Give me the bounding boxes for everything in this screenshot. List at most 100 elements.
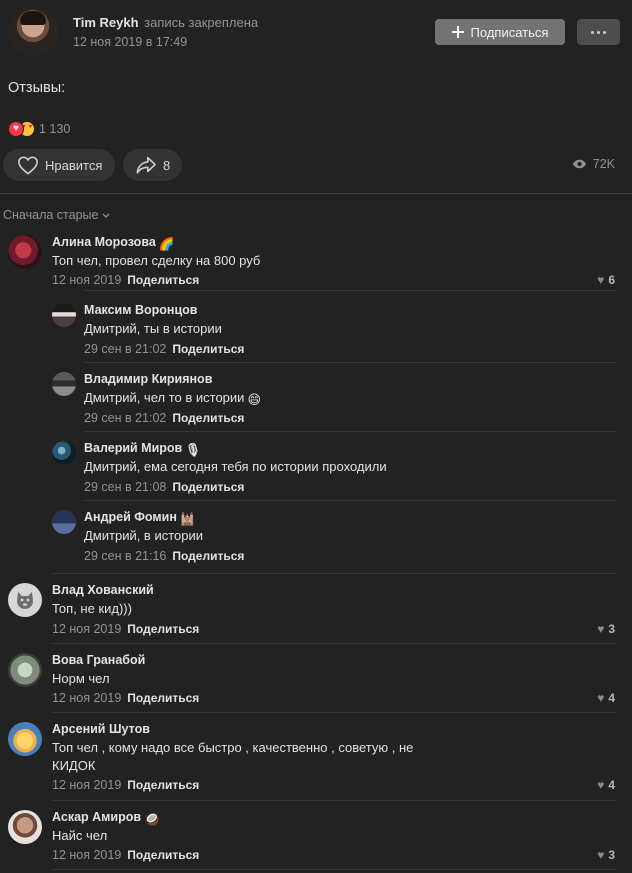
comment-author[interactable]: Владимир Кириянов — [84, 372, 212, 386]
sort-dropdown[interactable]: Сначала старые — [3, 208, 110, 222]
post-date[interactable]: 12 ноя 2019 в 17:49 — [73, 35, 187, 49]
plus-icon — [451, 26, 464, 38]
heart-reaction-icon — [8, 121, 24, 137]
author-name[interactable]: Tim Reykh — [73, 15, 139, 30]
avatar[interactable] — [8, 722, 42, 756]
comment-author[interactable]: Аскар Амиров 🥥 — [52, 810, 160, 827]
more-button[interactable] — [577, 19, 620, 45]
comment-meta: 12 ноя 2019 Поделиться — [52, 622, 199, 636]
comment-author[interactable]: Алина Морозова 🌈 — [52, 235, 174, 252]
post-header: Tim Reykh запись закреплена 12 ноя 2019 … — [0, 0, 632, 70]
divider — [52, 869, 616, 870]
heart-icon: ♥ — [597, 622, 605, 636]
comment-like-button[interactable]: ♥ 4 — [597, 691, 615, 705]
comment-like-button[interactable]: ♥ 6 — [597, 273, 615, 287]
share-link[interactable]: Поделиться — [172, 342, 244, 356]
comment-date[interactable]: 29 сен в 21:08 — [84, 480, 166, 494]
heart-outline-icon — [18, 156, 38, 175]
comment-like-count: 3 — [608, 622, 615, 636]
avatar[interactable] — [8, 810, 42, 844]
avatar[interactable] — [8, 583, 42, 617]
comment-text: Дмитрий, ты в истории — [84, 321, 222, 336]
comment-text: Топ чел, провел сделку на 800 руб — [52, 253, 261, 268]
like-button[interactable]: Нравится — [3, 149, 115, 181]
author-line: Tim Reykh запись закреплена — [73, 15, 258, 30]
heart-icon: ♥ — [597, 848, 605, 862]
comment-meta: 29 сен в 21:02 Поделиться — [84, 411, 244, 425]
share-icon — [136, 156, 156, 174]
share-link[interactable]: Поделиться — [172, 411, 244, 425]
comment-like-button[interactable]: ♥ 3 — [597, 848, 615, 862]
heart-icon: ♥ — [597, 691, 605, 705]
share-link[interactable]: Поделиться — [127, 778, 199, 792]
comment-like-button[interactable]: ♥ 4 — [597, 778, 615, 792]
views-count: 72K — [592, 157, 615, 171]
comment-date[interactable]: 29 сен в 21:02 — [84, 342, 166, 356]
eye-icon — [572, 159, 586, 169]
comment-date[interactable]: 12 ноя 2019 — [52, 778, 121, 792]
divider — [0, 193, 632, 194]
comment-like-count: 4 — [608, 778, 615, 792]
comment-date[interactable]: 29 сен в 21:02 — [84, 411, 166, 425]
comment-meta: 12 ноя 2019 Поделиться — [52, 273, 199, 287]
dog-placeholder-icon — [17, 592, 33, 609]
comment-date[interactable]: 12 ноя 2019 — [52, 848, 121, 862]
subscribe-button[interactable]: Подписаться — [435, 19, 565, 45]
views-counter: 72K — [572, 157, 615, 171]
comment-date[interactable]: 12 ноя 2019 — [52, 273, 121, 287]
comment-text: Топ чел , кому надо все быстро , качеств… — [52, 740, 414, 773]
share-link[interactable]: Поделиться — [172, 549, 244, 563]
comment-date[interactable]: 29 сен в 21:16 — [84, 549, 166, 563]
comment-text: Дмитрий, ема сегодня тебя по истории про… — [84, 459, 387, 474]
subscribe-label: Подписаться — [470, 24, 549, 40]
comment-meta: 29 сен в 21:02 Поделиться — [84, 342, 244, 356]
reactions-summary[interactable]: 1 130 — [8, 120, 70, 138]
comment-like-button[interactable]: ♥ 3 — [597, 622, 615, 636]
comment-author[interactable]: Арсений Шутов — [52, 722, 150, 736]
divider — [52, 573, 616, 574]
comment-text: Найс чел — [52, 828, 108, 843]
avatar[interactable] — [52, 510, 76, 534]
chevron-down-icon — [103, 213, 110, 218]
comment-author[interactable]: Вова Гранабой — [52, 653, 145, 667]
reactions-count: 1 130 — [39, 122, 71, 136]
avatar[interactable] — [52, 303, 76, 327]
comment-author[interactable]: Влад Хованский — [52, 583, 154, 597]
divider — [84, 290, 616, 291]
microphone-emoji-icon: 🎙 — [185, 443, 202, 457]
share-link[interactable]: Поделиться — [127, 848, 199, 862]
like-label: Нравится — [45, 157, 103, 173]
avatar[interactable] — [52, 372, 76, 396]
divider — [52, 800, 616, 801]
comment-author[interactable]: Максим Воронцов — [84, 303, 197, 317]
comment-date[interactable]: 12 ноя 2019 — [52, 622, 121, 636]
share-link[interactable]: Поделиться — [127, 273, 199, 287]
share-count: 8 — [163, 157, 171, 173]
author-avatar[interactable] — [8, 7, 58, 57]
share-link[interactable]: Поделиться — [127, 622, 199, 636]
share-link[interactable]: Поделиться — [127, 691, 199, 705]
comment-text: Дмитрий, чел то в истории 😄 — [84, 390, 261, 407]
divider — [52, 712, 616, 713]
comment-like-count: 4 — [608, 691, 615, 705]
comment-date[interactable]: 12 ноя 2019 — [52, 691, 121, 705]
comment-author[interactable]: Валерий Миров 🎙 — [84, 441, 201, 458]
comment-text: Дмитрий, в истории — [84, 528, 204, 543]
post-view: Tim Reykh запись закреплена 12 ноя 2019 … — [0, 0, 632, 873]
share-button[interactable]: 8 — [123, 149, 182, 181]
heart-icon: ♥ — [597, 778, 605, 792]
comment-author[interactable]: Андрей Фомин 🕍 — [84, 510, 195, 527]
comment-like-count: 3 — [608, 848, 615, 862]
rainbow-emoji-icon: 🌈 — [158, 237, 175, 251]
comment-meta: 29 сен в 21:16 Поделиться — [84, 549, 244, 563]
avatar[interactable] — [8, 235, 42, 269]
sort-label: Сначала старые — [3, 208, 99, 222]
share-link[interactable]: Поделиться — [172, 480, 244, 494]
divider — [84, 500, 616, 501]
comment-text: Топ, не кид))) — [52, 601, 132, 616]
divider — [84, 431, 616, 432]
avatar[interactable] — [52, 441, 76, 465]
avatar[interactable] — [8, 653, 42, 687]
heart-icon: ♥ — [597, 273, 605, 287]
comment-meta: 12 ноя 2019 Поделиться — [52, 691, 199, 705]
